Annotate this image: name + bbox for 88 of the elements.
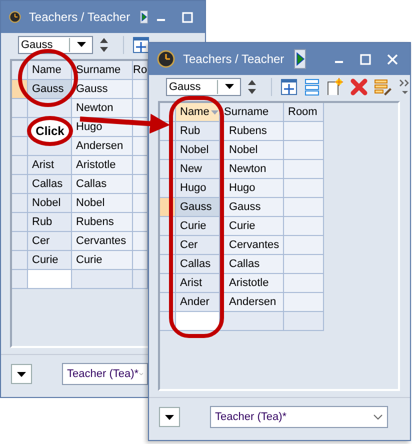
spin-icon[interactable] — [100, 36, 108, 54]
table-cell — [220, 312, 284, 331]
new-row-cell[interactable] — [28, 270, 72, 289]
new-page-icon[interactable] — [326, 78, 344, 96]
dropdown-button[interactable] — [159, 407, 180, 427]
spin-icon[interactable] — [248, 78, 256, 96]
table-cell: Hugo — [176, 179, 220, 198]
table-cell: Curie — [28, 251, 72, 270]
table-cell: Nobel — [72, 194, 133, 213]
table-cell — [284, 198, 324, 217]
play-button[interactable] — [294, 49, 306, 69]
row-indicator[interactable] — [12, 118, 28, 137]
edit-icon[interactable] — [374, 78, 392, 96]
table-cell: Andersen — [72, 137, 133, 156]
window-title: Teachers / Teacher — [183, 52, 284, 66]
rows-icon[interactable] — [304, 78, 320, 96]
table-cell: Callas — [28, 175, 72, 194]
table-cell: Curie — [72, 251, 133, 270]
caret-icon — [17, 372, 26, 376]
chevron-icon — [138, 371, 143, 377]
table-cell — [133, 213, 148, 232]
table-cell: Nobel — [28, 194, 72, 213]
table-cell — [133, 194, 148, 213]
table-cell: New — [176, 160, 220, 179]
clock-icon — [9, 8, 21, 26]
table-cell — [284, 160, 324, 179]
table-cell: Curie — [176, 217, 220, 236]
table-cell: Rub — [28, 213, 72, 232]
column-header[interactable]: Ro — [133, 61, 148, 80]
table-cell — [133, 251, 148, 270]
table-cell: Ander — [176, 293, 220, 312]
sort-icon — [211, 110, 219, 114]
caret-icon — [76, 42, 86, 47]
column-header[interactable]: Surname — [220, 103, 284, 122]
table-cell: Gauss — [72, 80, 133, 99]
table-cell — [284, 293, 324, 312]
table-cell: Newton — [72, 99, 133, 118]
table-cell — [284, 255, 324, 274]
table-cell — [284, 274, 324, 293]
maximize-icon[interactable] — [182, 12, 193, 22]
highlight-ellipse — [18, 49, 78, 107]
record-combo[interactable]: Gauss — [18, 36, 93, 54]
table-cell — [284, 122, 324, 141]
table-cell — [133, 137, 148, 156]
table-cell: Cer — [176, 236, 220, 255]
table-cell: Callas — [176, 255, 220, 274]
table-cell: Rub — [176, 122, 220, 141]
table-cell: Arist — [176, 274, 220, 293]
table-cell: Nobel — [176, 141, 220, 160]
table-cell — [133, 156, 148, 175]
table-cell — [133, 99, 148, 118]
dropdown-button[interactable] — [11, 364, 32, 384]
table-cell: Callas — [72, 175, 133, 194]
clock-icon — [157, 50, 175, 68]
column-header[interactable]: Name — [176, 103, 220, 122]
table-cell — [133, 80, 148, 99]
close-icon[interactable] — [387, 54, 398, 64]
table-cell — [284, 217, 324, 236]
maximize-icon[interactable] — [360, 54, 371, 64]
table-cell — [284, 179, 324, 198]
table-cell — [133, 175, 148, 194]
table-select[interactable]: Teacher (Tea)* — [62, 363, 148, 385]
table-cell — [284, 141, 324, 160]
table-cell — [284, 312, 324, 331]
window-title: Teachers / Teacher — [28, 10, 130, 24]
grid-move-icon[interactable] — [132, 36, 150, 54]
table-cell: Aristotle — [72, 156, 133, 175]
table-cell: Cervantes — [72, 232, 133, 251]
table-cell — [72, 270, 133, 289]
new-row-cell[interactable] — [176, 312, 220, 331]
chevron-icon — [373, 414, 383, 420]
table-cell: Gauss — [28, 80, 72, 99]
caret-icon — [224, 84, 234, 89]
column-header[interactable]: Room — [284, 103, 324, 122]
table-cell — [133, 232, 148, 251]
table-cell: Rubens — [72, 213, 133, 232]
table-select[interactable]: Teacher (Tea)* — [210, 406, 388, 428]
table-cell: Gauss — [176, 198, 220, 217]
grid-move-icon[interactable] — [280, 78, 298, 96]
caret-icon — [165, 414, 174, 420]
table-cell: Arist — [28, 156, 72, 175]
column-header[interactable]: Surname — [72, 61, 133, 80]
overflow-icon[interactable] — [399, 78, 410, 96]
table-cell — [284, 236, 324, 255]
table-cell: Cer — [28, 232, 72, 251]
column-header[interactable]: Name — [28, 61, 72, 80]
record-combo[interactable]: Gauss — [166, 78, 241, 96]
delete-icon[interactable] — [350, 78, 368, 96]
